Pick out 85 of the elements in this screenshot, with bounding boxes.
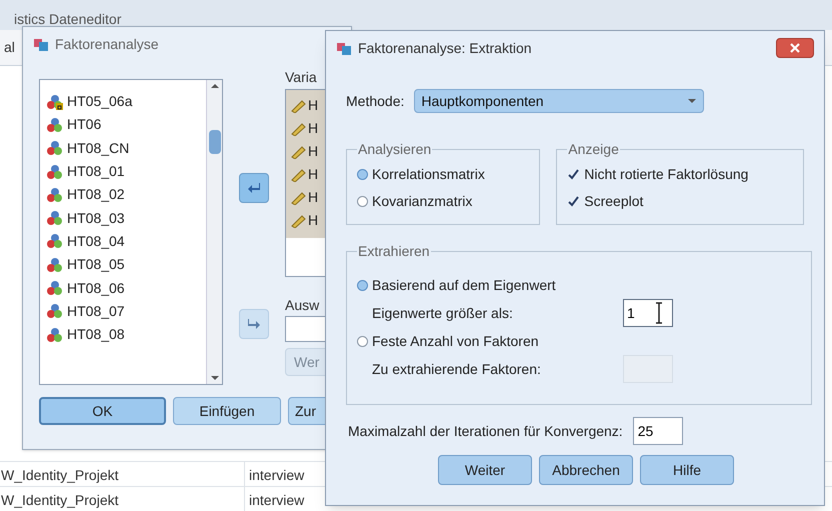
radio-button[interactable] [357, 280, 368, 290]
ruler-icon [290, 168, 306, 182]
nominal-variable-icon [46, 164, 64, 180]
radio-button[interactable] [357, 336, 368, 346]
nominal-variable-icon [46, 256, 64, 273]
nominal-variable-icon [46, 210, 64, 226]
dialog-button[interactable]: OK [39, 397, 166, 425]
dialog-title: Faktorenanalyse [55, 34, 159, 54]
list-item[interactable]: HT08_03 [67, 208, 125, 229]
list-item[interactable]: HT08_02 [67, 184, 125, 206]
ruler-icon [290, 190, 306, 204]
list-item[interactable]: H [308, 187, 318, 208]
dropdown-value: Hauptkomponenten [421, 92, 544, 111]
move-button[interactable] [239, 173, 269, 203]
list-item[interactable]: HT08_05 [67, 254, 125, 276]
nominal-variable-icon [46, 326, 64, 343]
list-item[interactable]: HT08_07 [67, 300, 125, 322]
ruler-icon [290, 144, 306, 158]
option-label: Korrelationsmatrix [372, 165, 485, 184]
table-cell-text: interview [248, 466, 304, 485]
ruler-icon [290, 98, 306, 112]
nominal-variable-icon [46, 186, 64, 203]
option-label: Basierend auf dem Eigenwert [372, 276, 556, 295]
scrollbar[interactable] [206, 80, 222, 384]
field-label: Maximalzahl der Iterationen für Konvergenz: [348, 422, 623, 441]
checkbox[interactable] [567, 168, 580, 181]
list-item[interactable]: HT08_CN [67, 138, 130, 159]
dialog-button[interactable]: Abbrechen [539, 455, 633, 485]
list-item[interactable]: HT05_06a [67, 91, 132, 112]
nominal-variable-icon [46, 140, 64, 156]
table-cell-text: interview [248, 491, 304, 510]
window-title: istics Dateneditor [14, 10, 122, 29]
table-cell: W_Identity_Projekt [0, 487, 245, 511]
dialog-button[interactable]: Einfügen [173, 397, 281, 425]
nominal-variable-icon [46, 233, 64, 250]
input-field[interactable]: 1 [623, 299, 673, 327]
field-label: Eigenwerte größer als: [372, 304, 514, 323]
move-button[interactable] [239, 309, 269, 339]
list-item[interactable]: H [308, 141, 318, 162]
list-item[interactable]: HT08_04 [67, 230, 125, 252]
dialog-button[interactable]: Hilfe [640, 455, 734, 485]
list-item[interactable]: HT08_01 [67, 161, 125, 182]
checkbox[interactable] [567, 195, 580, 208]
list-item[interactable]: HT08_06 [67, 278, 125, 299]
iterations-field[interactable]: 25 [632, 417, 683, 445]
list-item[interactable]: H [308, 118, 318, 139]
group-title: Extrahieren [357, 242, 431, 261]
list-item[interactable]: H [308, 210, 318, 231]
field-label: Ausw [285, 296, 320, 315]
text-cursor-icon [655, 302, 663, 324]
nominal-variable-icon [46, 303, 64, 320]
nominal-variable-icon [46, 116, 64, 133]
option-label: Nicht rotierte Faktorlösung [584, 165, 748, 184]
nominal-variable-icon [46, 280, 64, 296]
menu-item[interactable]: al [4, 37, 15, 58]
list-item[interactable]: H [308, 164, 318, 185]
option-label: Screeplot [584, 192, 644, 211]
app-icon [336, 40, 352, 56]
group-title: Analysieren [357, 140, 432, 159]
dialog-title: Faktorenanalyse: Extraktion [358, 38, 533, 58]
string-variable-icon [46, 94, 64, 110]
dropdown-arrow-icon [687, 98, 698, 104]
method-dropdown[interactable]: Hauptkomponenten [414, 89, 704, 113]
arrow-icon [247, 318, 261, 330]
variable-list[interactable]: HT05_06a HT06 HT08_CN HT08_01 HT08_02 HT08_03 HT08_04 HT08_05 HT08_06 HT08_07 HT08_08 [39, 79, 223, 385]
list-item[interactable]: HT06 [67, 114, 102, 136]
close-button[interactable] [776, 38, 814, 58]
app-icon [33, 36, 49, 52]
option-label: Kovarianzmatrix [372, 192, 472, 211]
table-cell: W_Identity_Projekt [0, 462, 245, 486]
list-item[interactable]: HT08_08 [67, 324, 125, 346]
list-item[interactable]: H [308, 95, 318, 116]
ruler-icon [290, 214, 306, 228]
arrow-icon [247, 182, 261, 194]
field-label: Zu extrahierende Faktoren: [372, 360, 542, 378]
dialog-button[interactable]: Weiter [438, 455, 532, 485]
list-label: Varia [285, 68, 318, 87]
radio-button[interactable] [357, 169, 368, 180]
field-label: Methode: [346, 92, 404, 110]
option-label: Feste Anzahl von Faktoren [372, 332, 539, 350]
radio-button[interactable] [357, 196, 368, 207]
close-icon [790, 43, 800, 53]
ruler-icon [290, 122, 306, 136]
group-title: Anzeige [567, 140, 620, 159]
scroll-thumb[interactable] [208, 130, 220, 154]
